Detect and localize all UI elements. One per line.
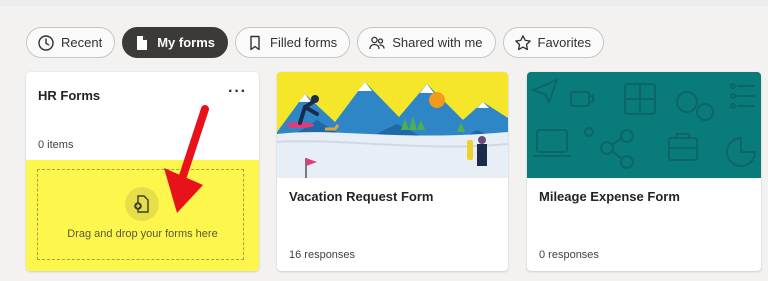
filter-label: Recent (61, 35, 103, 50)
collection-item-count: 0 items (38, 139, 74, 151)
annotation-arrow-icon (164, 105, 209, 213)
drop-zone-text: Drag and drop your forms here (67, 228, 218, 240)
filter-label: My forms (157, 35, 215, 50)
more-options-button[interactable]: ··· (228, 84, 247, 100)
people-icon (369, 36, 385, 49)
response-count: 0 responses (539, 249, 599, 261)
form-card-mileage-expense[interactable]: Mileage Expense Form 0 responses (527, 72, 761, 271)
response-count: 16 responses (289, 249, 356, 261)
drop-zone[interactable]: Drag and drop your forms here (26, 160, 259, 271)
filter-filled-forms[interactable]: Filled forms (235, 27, 351, 58)
filter-bar: Recent My forms Filled forms Shared with… (26, 27, 604, 58)
form-thumbnail (527, 72, 761, 178)
collection-card-hr-forms[interactable]: HR Forms ··· 0 items Drag and drop your … (26, 72, 259, 271)
filter-label: Favorites (537, 35, 591, 50)
filter-shared-with-me[interactable]: Shared with me (357, 27, 496, 58)
bookmark-icon (250, 35, 260, 50)
filter-my-forms[interactable]: My forms (122, 27, 228, 58)
star-icon (514, 34, 531, 50)
filter-label: Filled forms (270, 35, 338, 50)
form-card-vacation-request[interactable]: Vacation Request Form 16 responses (277, 72, 508, 271)
form-title: Mileage Expense Form (539, 189, 680, 204)
filter-favorites[interactable]: Favorites (502, 27, 604, 58)
top-strip (0, 0, 768, 6)
collection-title: HR Forms (38, 88, 101, 103)
add-form-icon (125, 187, 159, 221)
form-thumbnail (277, 72, 508, 178)
filter-label: Shared with me (392, 35, 483, 50)
clock-icon (38, 34, 54, 51)
document-icon (137, 35, 148, 50)
form-title: Vacation Request Form (289, 189, 434, 204)
filter-recent[interactable]: Recent (26, 27, 116, 58)
